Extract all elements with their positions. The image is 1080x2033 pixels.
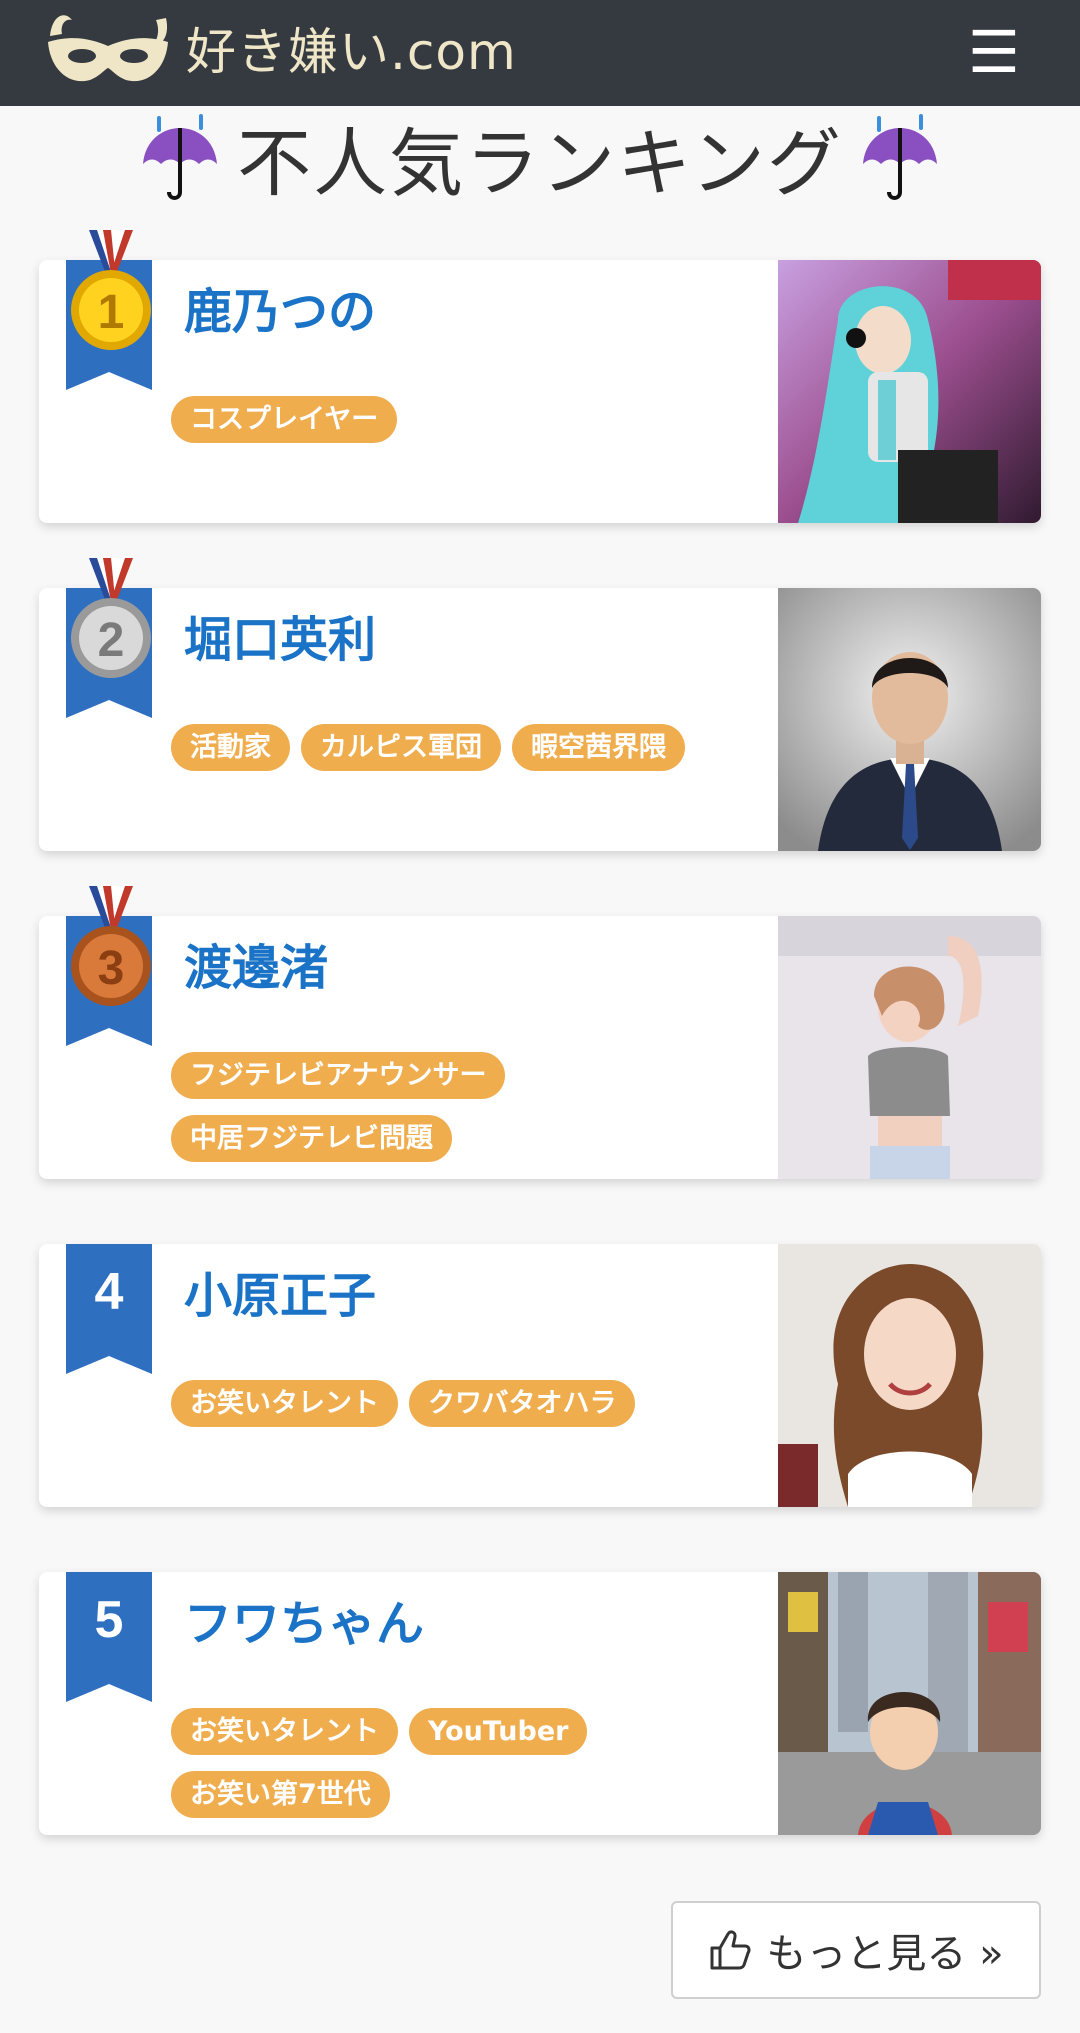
person-name[interactable]: 堀口英利	[184, 614, 376, 667]
rank-number: 5	[94, 1591, 124, 1649]
rank-number-3: 3	[98, 942, 125, 995]
person-photo[interactable]	[778, 588, 1041, 851]
tag[interactable]: 暇空茜界隈	[512, 724, 685, 771]
silver-medal-icon: 2	[71, 558, 151, 678]
photo-placeholder	[778, 1572, 1041, 1835]
ranking-title-text: 不人気ランキング	[237, 120, 843, 207]
tag[interactable]: お笑いタレント	[171, 1380, 398, 1427]
rank-number-1: 1	[98, 286, 125, 339]
ranking-title: 不人気ランキング	[0, 112, 1080, 207]
umbrella-rain-icon	[143, 114, 218, 200]
photo-placeholder	[778, 260, 1041, 523]
tag-list: お笑いタレント クワバタオハラ	[171, 1380, 771, 1427]
tag-list: コスプレイヤー	[171, 396, 771, 443]
tag-list: フジテレビアナウンサー 中居フジテレビ問題	[171, 1052, 611, 1162]
tag[interactable]: 中居フジテレビ問題	[171, 1115, 452, 1162]
rank-number: 4	[94, 1263, 124, 1321]
person-name[interactable]: 小原正子	[184, 1270, 376, 1323]
tag[interactable]: お笑いタレント	[171, 1708, 398, 1755]
ranking-card[interactable]: 1 鹿乃つの コスプレイヤー	[39, 230, 1041, 523]
person-name[interactable]: 渡邊渚	[184, 942, 328, 995]
tag[interactable]: フジテレビアナウンサー	[171, 1052, 506, 1099]
photo-placeholder	[778, 916, 1041, 1179]
person-name[interactable]: 鹿乃つの	[184, 286, 376, 339]
ranking-card[interactable]: 3 渡邊渚 フジテレビアナウンサー 中居フジテレビ問題	[39, 886, 1041, 1179]
site-logo-text: 好き嫌い.com	[186, 23, 517, 81]
site-logo[interactable]: 好き嫌い.com	[44, 6, 517, 94]
person-photo[interactable]	[778, 916, 1041, 1179]
tag[interactable]: YouTuber	[409, 1708, 588, 1755]
photo-placeholder	[778, 1244, 1041, 1507]
person-name[interactable]: フワちゃん	[184, 1598, 424, 1651]
bronze-medal-icon: 3	[71, 886, 151, 1006]
tag[interactable]: 活動家	[171, 724, 290, 771]
tag[interactable]: コスプレイヤー	[171, 396, 398, 443]
more-button[interactable]: もっと見る »	[671, 1901, 1041, 1999]
gold-medal-icon: 1	[71, 230, 151, 350]
tag[interactable]: カルピス軍団	[301, 724, 501, 771]
mask-logo-icon	[48, 15, 168, 82]
person-photo[interactable]	[778, 260, 1041, 523]
rank-number-2: 2	[98, 614, 125, 667]
ranking-card[interactable]: 5 フワちゃん お笑いタレント YouTuber お笑い第7世代	[39, 1572, 1041, 1835]
photo-placeholder	[778, 588, 1041, 851]
person-photo[interactable]	[778, 1572, 1041, 1835]
tag[interactable]: クワバタオハラ	[409, 1380, 636, 1427]
site-header: 好き嫌い.com ☰	[0, 0, 1080, 106]
hamburger-icon: ☰	[968, 18, 1020, 86]
ranking-card[interactable]: 2 堀口英利 活動家 カルピス軍団 暇空茜界隈	[39, 558, 1041, 851]
tag-list: お笑いタレント YouTuber お笑い第7世代	[171, 1708, 771, 1818]
person-photo[interactable]	[778, 1244, 1041, 1507]
more-button-label: もっと見る »	[766, 1931, 1004, 1977]
menu-button[interactable]: ☰	[964, 22, 1024, 82]
tag[interactable]: お笑い第7世代	[171, 1771, 390, 1818]
umbrella-rain-icon	[862, 114, 937, 200]
ranking-card[interactable]: 4 小原正子 お笑いタレント クワバタオハラ	[39, 1244, 1041, 1507]
thumbs-up-icon	[710, 1930, 751, 1970]
tag-list: 活動家 カルピス軍団 暇空茜界隈	[171, 724, 771, 771]
